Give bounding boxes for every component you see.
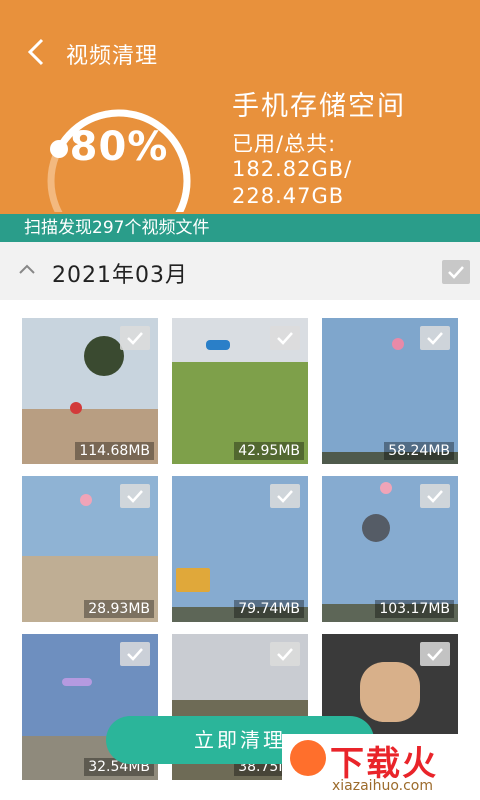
video-select-checkbox[interactable] [270,326,300,350]
check-icon [427,490,443,503]
watermark-logo: 下载火 xiazaihuo.com [282,734,480,800]
chevron-up-icon[interactable] [18,262,36,276]
check-icon [277,490,293,503]
date-group-header[interactable]: 2021年03月 [0,242,480,300]
group-date-title: 2021年03月 [52,263,188,288]
video-select-checkbox[interactable] [120,326,150,350]
video-select-checkbox[interactable] [120,484,150,508]
video-select-checkbox[interactable] [420,326,450,350]
storage-label: 已用/总共: [232,132,337,156]
storage-used: 182.82GB/ [232,157,353,181]
check-icon [427,648,443,661]
scan-summary-bar: 扫描发现297个视频文件 [0,214,480,242]
video-size: 114.68MB [75,442,154,460]
video-size: 42.95MB [234,442,304,460]
video-select-checkbox[interactable] [420,484,450,508]
check-icon [127,490,143,503]
storage-title: 手机存储空间 [232,91,406,122]
back-arrow-icon[interactable] [22,36,54,68]
check-icon [277,332,293,345]
check-icon [427,332,443,345]
check-icon [277,648,293,661]
video-thumbnail[interactable]: 42.95MB [172,318,308,464]
video-select-checkbox[interactable] [270,484,300,508]
page-title: 视频清理 [66,44,159,69]
usage-percent: 80% [69,124,169,170]
video-thumbnail[interactable]: 28.93MB [22,476,158,622]
download-logo-icon [290,740,326,776]
video-thumbnail[interactable]: 58.24MB [322,318,458,464]
check-icon [448,266,464,279]
group-select-checkbox[interactable] [442,260,470,284]
scan-summary-text: 扫描发现297个视频文件 [24,218,210,238]
video-size: 58.24MB [384,442,454,460]
storage-total: 228.47GB [232,184,345,208]
video-size: 103.17MB [375,600,454,618]
check-icon [127,332,143,345]
video-select-checkbox[interactable] [120,642,150,666]
video-size: 28.93MB [84,600,154,618]
video-thumbnail[interactable]: 114.68MB [22,318,158,464]
video-thumbnail[interactable]: 103.17MB [322,476,458,622]
check-icon [127,648,143,661]
video-select-checkbox[interactable] [270,642,300,666]
watermark-url: xiazaihuo.com [332,778,433,794]
video-select-checkbox[interactable] [420,642,450,666]
video-thumbnail[interactable]: 79.74MB [172,476,308,622]
video-size: 79.74MB [234,600,304,618]
storage-header: 视频清理 80% 手机存储空间 已用/总共: 182.82GB/ 228.47G… [0,0,480,214]
